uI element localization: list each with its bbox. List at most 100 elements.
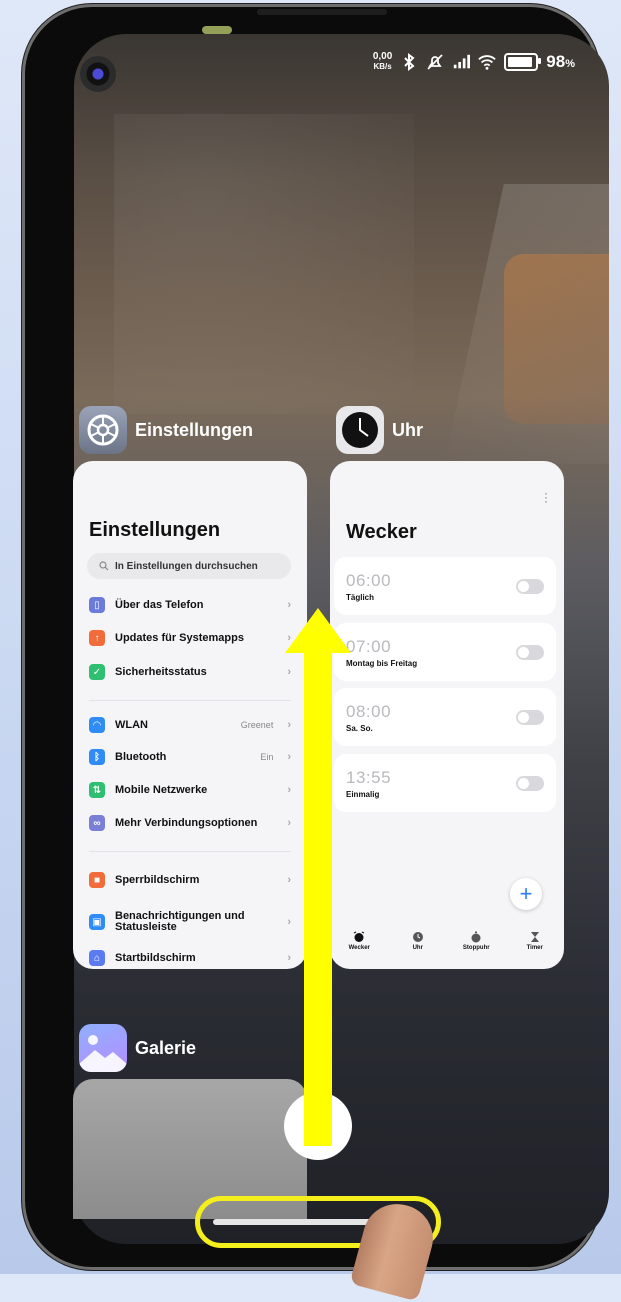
clock-tab-bar: Wecker Uhr Stoppuhr Timer <box>330 931 564 967</box>
arrow-up-icon: ↑ <box>89 630 105 646</box>
battery-unit: % <box>565 58 575 70</box>
alarm-repeat: Montag bis Freitag <box>346 659 418 668</box>
tab-label: Timer <box>526 945 543 951</box>
settings-row-mobile[interactable]: ⇅ Mobile Netzwerke › <box>89 779 291 801</box>
battery-value: 98 <box>546 52 566 71</box>
front-camera <box>80 56 116 92</box>
tab-clock[interactable]: Uhr <box>393 931 443 967</box>
tab-label: Wecker <box>348 945 370 951</box>
bluetooth-icon <box>404 53 415 71</box>
row-label: Sicherheitsstatus <box>115 666 207 678</box>
swipe-up-arrow-head <box>285 608 351 653</box>
recent-card-settings[interactable]: Einstellungen In Einstellungen durchsuch… <box>73 461 307 969</box>
phone-info-icon: ▯ <box>89 597 105 613</box>
divider <box>89 700 291 701</box>
row-label: Bluetooth <box>115 751 167 763</box>
alarm-time: 13:55 <box>346 768 392 787</box>
settings-row-bluetooth[interactable]: ᛒ Bluetooth Ein › <box>89 746 291 768</box>
chevron-right-icon: › <box>287 666 291 678</box>
clock-icon <box>412 932 423 942</box>
wifi-icon: ◠ <box>89 717 105 733</box>
row-label: Updates für Systemapps <box>115 632 244 644</box>
recent-app-label-clock[interactable]: Uhr <box>336 406 423 454</box>
app-name: Galerie <box>135 1037 197 1058</box>
row-label: Mobile Netzwerke <box>115 784 208 796</box>
alarm-toggle[interactable] <box>516 645 544 660</box>
alarm-time: 06:00 <box>346 571 392 590</box>
mobile-data-icon: ⇅ <box>89 782 105 798</box>
settings-row-updates[interactable]: ↑ Updates für Systemapps › <box>89 627 291 649</box>
notification-icon: ▣ <box>89 914 105 930</box>
card-title: Einstellungen <box>89 519 221 541</box>
lock-icon: ■ <box>89 872 105 888</box>
network-speed: 0,00 KB/s <box>373 52 392 72</box>
chevron-right-icon: › <box>287 751 291 763</box>
alarm-item[interactable]: 07:00 Montag bis Freitag <box>334 623 556 681</box>
clock-icon <box>336 406 384 454</box>
tab-stopwatch[interactable]: Stoppuhr <box>451 931 501 967</box>
settings-row-about-phone[interactable]: ▯ Über das Telefon › <box>89 594 291 616</box>
row-label: Über das Telefon <box>115 599 204 611</box>
no-ring-icon <box>427 54 443 70</box>
divider <box>89 851 291 852</box>
recent-app-label-settings[interactable]: Einstellungen <box>79 406 253 454</box>
tab-alarm[interactable]: Wecker <box>334 931 384 967</box>
settings-row-security[interactable]: ✓ Sicherheitsstatus › <box>89 661 291 683</box>
more-options-icon[interactable]: · · · <box>544 487 548 507</box>
settings-row-lockscreen[interactable]: ■ Sperrbildschirm › <box>89 869 291 891</box>
bluetooth-icon: ᛒ <box>89 749 105 765</box>
notification-led <box>202 26 232 34</box>
search-input[interactable]: In Einstellungen durchsuchen <box>87 553 291 579</box>
link-icon: ∞ <box>89 815 105 831</box>
chevron-right-icon: › <box>287 817 291 829</box>
row-value: Greenet <box>240 720 274 730</box>
recent-card-clock[interactable]: · · · Wecker 06:00 Täglich 07:00 Montag bi… <box>330 461 564 969</box>
alarm-toggle[interactable] <box>516 579 544 594</box>
alarm-time: 07:00 <box>346 637 392 656</box>
row-label: Benachrichtigungen und Statusleiste <box>115 910 245 933</box>
alarm-toggle[interactable] <box>516 710 544 725</box>
search-icon <box>99 561 109 571</box>
recent-app-label-gallery[interactable]: Galerie <box>79 1024 196 1072</box>
alarm-toggle[interactable] <box>516 776 544 791</box>
battery-percent: 98% <box>546 52 575 72</box>
chevron-right-icon: › <box>287 719 291 731</box>
settings-row-notifications[interactable]: ▣ Benachrichtigungen und Statusleiste › <box>89 907 291 937</box>
alarm-item[interactable]: 08:00 Sa. So. <box>334 688 556 746</box>
wallpaper-glow <box>114 114 414 414</box>
chevron-right-icon: › <box>287 916 291 928</box>
alarm-item[interactable]: 06:00 Täglich <box>334 557 556 615</box>
row-label: WLAN <box>115 719 148 731</box>
gallery-icon <box>79 1024 127 1072</box>
gear-icon <box>79 406 127 454</box>
signal-icon <box>454 54 471 69</box>
chevron-right-icon: › <box>287 784 291 796</box>
settings-row-homescreen[interactable]: ⌂ Startbildschirm › <box>89 947 291 969</box>
alarm-repeat: Sa. So. <box>346 724 373 733</box>
chevron-right-icon: › <box>287 874 291 886</box>
search-placeholder: In Einstellungen durchsuchen <box>115 560 258 572</box>
app-name: Uhr <box>392 419 423 440</box>
network-speed-value: 0,00 <box>372 51 393 62</box>
hourglass-icon <box>530 932 539 942</box>
settings-row-more-connections[interactable]: ∞ Mehr Verbindungsoptionen › <box>89 812 291 834</box>
earpiece <box>257 9 387 15</box>
row-value: Ein <box>260 752 274 762</box>
network-speed-unit: KB/s <box>373 62 392 71</box>
home-icon: ⌂ <box>89 950 105 966</box>
alarm-repeat: Einmalig <box>346 790 380 799</box>
alarm-icon <box>353 931 365 942</box>
battery-fill <box>508 57 533 67</box>
alarm-time: 08:00 <box>346 702 392 721</box>
card-title: Wecker <box>346 521 417 543</box>
row-label: Startbildschirm <box>115 952 196 964</box>
stopwatch-icon <box>471 931 481 943</box>
tab-timer[interactable]: Timer <box>510 931 560 967</box>
alarm-item[interactable]: 13:55 Einmalig <box>334 754 556 812</box>
shield-icon: ✓ <box>89 664 105 680</box>
add-alarm-button[interactable]: + <box>510 878 542 910</box>
wifi-icon <box>478 55 497 70</box>
wallpaper-accent <box>504 254 609 424</box>
settings-row-wlan[interactable]: ◠ WLAN Greenet › <box>89 714 291 736</box>
alarm-repeat: Täglich <box>346 593 375 602</box>
